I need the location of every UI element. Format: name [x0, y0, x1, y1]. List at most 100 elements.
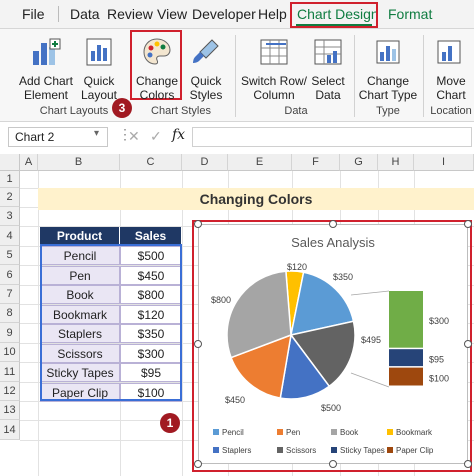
- column-header[interactable]: H: [378, 154, 414, 171]
- table-cell-sales[interactable]: $100: [120, 382, 182, 402]
- column-header[interactable]: D: [182, 154, 228, 171]
- menu-developer[interactable]: Developer: [192, 0, 256, 28]
- legend-entry[interactable]: Bookmark: [396, 428, 433, 437]
- row-header[interactable]: 6: [0, 265, 20, 285]
- function-icon[interactable]: fx: [172, 127, 185, 143]
- row-header[interactable]: 11: [0, 362, 20, 382]
- add-chart-element-icon: [33, 38, 61, 65]
- column-header[interactable]: B: [38, 154, 120, 171]
- row-header[interactable]: 14: [0, 420, 20, 440]
- enter-icon[interactable]: ✓: [150, 128, 162, 145]
- formula-input[interactable]: [192, 127, 472, 147]
- row-header[interactable]: 1: [0, 171, 20, 188]
- select-data-button[interactable]: Select Data: [308, 37, 348, 102]
- legend-entry[interactable]: Staplers: [222, 446, 251, 455]
- column-header[interactable]: C: [120, 154, 182, 171]
- cancel-icon[interactable]: ✕: [128, 128, 140, 145]
- legend-swatch: [387, 429, 393, 435]
- row-header[interactable]: 4: [0, 226, 20, 246]
- legend-swatch: [331, 429, 337, 435]
- legend-entry[interactable]: Scissors: [286, 446, 316, 455]
- table-cell-sales[interactable]: $800: [120, 285, 182, 304]
- table-cell-product[interactable]: Pen: [40, 265, 120, 285]
- name-box[interactable]: Chart 2: [8, 127, 108, 147]
- table-cell-sales[interactable]: $450: [120, 265, 182, 285]
- table-cell-sales[interactable]: $500: [120, 246, 182, 265]
- legend-entry[interactable]: Paper Clip: [396, 446, 434, 455]
- menu-data[interactable]: Data: [70, 0, 100, 28]
- ribbon: Add Chart Element Quick Layout Change Co…: [0, 29, 474, 122]
- row-header[interactable]: 7: [0, 285, 20, 304]
- select-data-icon: [314, 39, 342, 65]
- resize-handle[interactable]: [194, 220, 202, 228]
- column-header[interactable]: I: [414, 154, 474, 171]
- legend-entry[interactable]: Pen: [286, 428, 300, 437]
- series-line: [350, 372, 390, 388]
- menu-help[interactable]: Help: [258, 0, 287, 28]
- secondary-bar-segment[interactable]: [389, 367, 423, 386]
- table-cell-product[interactable]: Paper Clip: [40, 382, 120, 402]
- row-header[interactable]: 5: [0, 246, 20, 265]
- column-header[interactable]: F: [292, 154, 340, 171]
- legend-swatch: [213, 447, 219, 453]
- pie-chart[interactable]: Sales Analysis $300 $95 $100 $120 $350 $800 $…: [198, 224, 468, 464]
- row-header[interactable]: 2: [0, 188, 20, 207]
- row-header[interactable]: 12: [0, 382, 20, 401]
- table-cell-product[interactable]: Sticky Tapes: [40, 363, 120, 382]
- table-header-sales[interactable]: Sales: [120, 227, 182, 246]
- resize-handle[interactable]: [329, 460, 337, 468]
- change-colors-button[interactable]: Change Colors: [132, 37, 182, 102]
- chevron-down-icon[interactable]: ▾: [94, 128, 99, 139]
- change-chart-type-icon: [376, 40, 400, 64]
- column-header[interactable]: A: [20, 154, 38, 171]
- menu-view[interactable]: View: [157, 0, 187, 28]
- secondary-bar-segment[interactable]: [389, 349, 423, 367]
- row-header[interactable]: 8: [0, 304, 20, 323]
- chart-design-highlight: [290, 2, 378, 28]
- resize-handle[interactable]: [464, 340, 472, 348]
- legend-entry[interactable]: Book: [340, 428, 359, 437]
- row-header[interactable]: 9: [0, 323, 20, 343]
- resize-handle[interactable]: [194, 460, 202, 468]
- select-all-corner[interactable]: [0, 154, 20, 171]
- table-cell-sales[interactable]: $300: [120, 343, 182, 363]
- pie-data-label: $800: [211, 295, 231, 305]
- table-cell-product[interactable]: Pencil: [40, 246, 120, 265]
- resize-handle[interactable]: [329, 220, 337, 228]
- table-cell-sales[interactable]: $95: [120, 363, 182, 382]
- menu-bar: File Data Review View Developer Help Cha…: [0, 0, 474, 29]
- table-cell-product[interactable]: Book: [40, 285, 120, 304]
- table-cell-sales[interactable]: $350: [120, 324, 182, 343]
- table-header-product[interactable]: Product: [40, 227, 120, 246]
- resize-handle[interactable]: [464, 220, 472, 228]
- menu-format[interactable]: Format: [388, 0, 432, 28]
- move-chart-icon: [437, 40, 461, 64]
- row-header[interactable]: 3: [0, 207, 20, 226]
- resize-handle[interactable]: [194, 340, 202, 348]
- table-cell-product[interactable]: Scissors: [40, 343, 120, 363]
- quick-styles-button[interactable]: Quick Styles: [184, 37, 228, 102]
- sheet-title[interactable]: Changing Colors: [38, 188, 474, 210]
- legend-entry[interactable]: Sticky Tapes: [340, 446, 385, 455]
- column-header[interactable]: G: [340, 154, 378, 171]
- change-chart-type-button[interactable]: Change Chart Type: [357, 37, 419, 102]
- resize-handle[interactable]: [464, 460, 472, 468]
- secondary-bar-segment[interactable]: [389, 291, 423, 348]
- table-cell-product[interactable]: Bookmark: [40, 304, 120, 324]
- column-header[interactable]: E: [228, 154, 292, 171]
- menu-file[interactable]: File: [22, 0, 45, 28]
- menu-review[interactable]: Review: [107, 0, 153, 28]
- table-cell-product[interactable]: Staplers: [40, 324, 120, 343]
- row-header[interactable]: 10: [0, 343, 20, 362]
- quick-layout-button[interactable]: Quick Layout: [76, 37, 122, 102]
- table-cell-sales[interactable]: $120: [120, 304, 182, 324]
- chart-legend: Pencil Pen Book Bookmark Staplers Scissors Sti…: [213, 428, 434, 455]
- ribbon-separator: [423, 35, 424, 117]
- legend-entry[interactable]: Pencil: [222, 428, 244, 437]
- brush-icon: [193, 39, 219, 63]
- row-header[interactable]: 13: [0, 401, 20, 420]
- add-chart-element-button[interactable]: Add Chart Element: [16, 37, 76, 102]
- change-colors-label: Change Colors: [135, 74, 179, 102]
- move-chart-button[interactable]: Move Chart: [428, 37, 474, 102]
- switch-row-column-button[interactable]: Switch Row/ Column: [238, 37, 310, 102]
